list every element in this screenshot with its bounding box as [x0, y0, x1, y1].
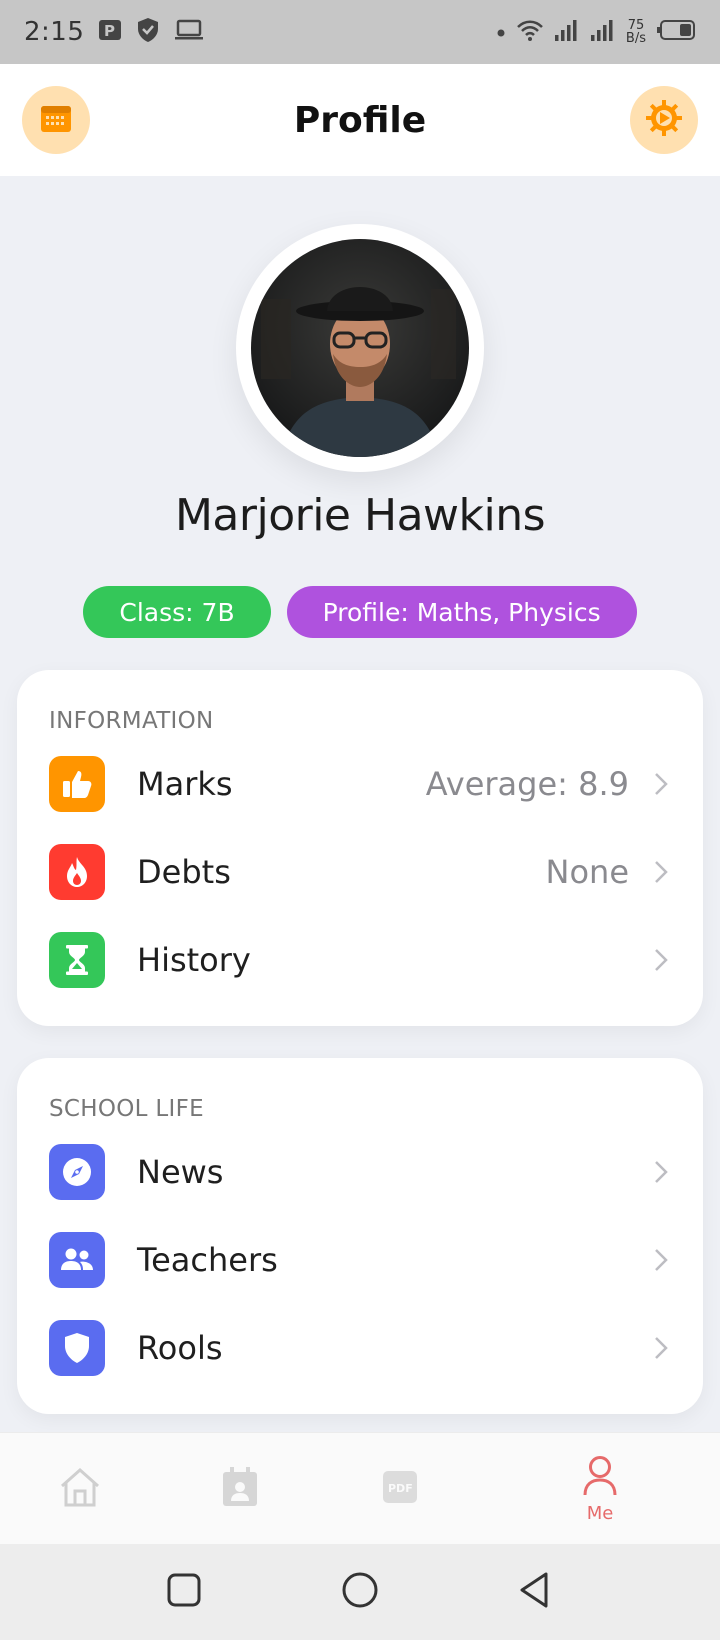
nav-me-label: Me — [586, 1502, 614, 1524]
system-navigation-bar — [0, 1544, 720, 1640]
battery-icon — [656, 19, 696, 45]
schedule-icon — [221, 1466, 259, 1512]
news-label: News — [137, 1153, 224, 1191]
chevron-right-icon — [651, 1334, 671, 1362]
marks-value: Average: 8.9 — [425, 765, 629, 803]
compass-icon — [49, 1144, 105, 1200]
status-time: 2:15 — [24, 17, 85, 47]
nav-pdf[interactable]: PDF — [345, 1433, 455, 1545]
chevron-right-icon — [651, 1158, 671, 1186]
list-item-history[interactable]: History — [49, 932, 671, 988]
teachers-label: Teachers — [137, 1241, 278, 1279]
list-item-marks[interactable]: Marks Average: 8.9 — [49, 756, 671, 812]
section-title-information: INFORMATION — [49, 708, 214, 734]
nav-me[interactable]: Me — [545, 1433, 655, 1545]
network-speed-unit: B/s — [625, 31, 646, 46]
class-chip: Class: 7B — [83, 586, 271, 638]
recents-button[interactable] — [166, 1572, 202, 1612]
calendar-button[interactable] — [22, 86, 90, 154]
parking-app-icon: P — [98, 18, 122, 46]
person-icon — [582, 1455, 618, 1501]
calendar-icon — [40, 103, 72, 137]
user-name: Marjorie Hawkins — [174, 490, 546, 541]
network-speed: 75 B/s — [626, 19, 646, 45]
settings-button[interactable] — [630, 86, 698, 154]
profile-subjects-chip: Profile: Maths, Physics — [286, 586, 637, 638]
pdf-icon: PDF — [382, 1470, 418, 1508]
thumbs-up-icon — [49, 756, 105, 812]
settings-gear-icon — [645, 99, 683, 141]
square-icon — [166, 1573, 202, 1612]
page-title: Profile — [293, 99, 427, 141]
dot-icon — [496, 23, 506, 42]
list-item-debts[interactable]: Debts None — [49, 844, 671, 900]
list-item-news[interactable]: News — [49, 1144, 671, 1200]
people-icon — [49, 1232, 105, 1288]
fire-icon — [49, 844, 105, 900]
app-header: Profile — [0, 64, 720, 176]
chevron-right-icon — [651, 858, 671, 886]
chevron-right-icon — [651, 1246, 671, 1274]
back-triangle-icon — [516, 1572, 552, 1614]
rools-label: Rools — [137, 1329, 223, 1367]
shield-icon — [49, 1320, 105, 1376]
nav-schedule[interactable] — [185, 1433, 295, 1545]
back-button[interactable] — [516, 1570, 552, 1614]
information-card: INFORMATION Marks Average: 8.9 Debts Non… — [17, 670, 703, 1026]
status-bar: 2:15 P 75 B/s — [0, 0, 720, 64]
avatar[interactable] — [251, 239, 469, 457]
svg-text:PDF: PDF — [388, 1482, 413, 1495]
bottom-nav: PDF Me — [0, 1432, 720, 1544]
circle-icon — [340, 1572, 380, 1614]
debts-label: Debts — [137, 853, 231, 891]
history-label: History — [137, 941, 251, 979]
section-title-school-life: SCHOOL LIFE — [49, 1096, 204, 1122]
home-icon — [58, 1466, 102, 1512]
wifi-icon — [516, 18, 544, 46]
profile-chips: Class: 7B Profile: Maths, Physics — [0, 586, 720, 638]
marks-label: Marks — [137, 765, 233, 803]
signal-icon — [590, 18, 616, 46]
debts-value: None — [545, 853, 629, 891]
home-button[interactable] — [340, 1570, 380, 1614]
hourglass-icon — [49, 932, 105, 988]
chevron-right-icon — [651, 770, 671, 798]
chevron-right-icon — [651, 946, 671, 974]
list-item-teachers[interactable]: Teachers — [49, 1232, 671, 1288]
nav-home[interactable] — [25, 1433, 135, 1545]
shield-icon — [136, 17, 160, 47]
school-life-card: SCHOOL LIFE News Teachers Rools — [17, 1058, 703, 1414]
avatar-frame — [236, 224, 484, 472]
signal-icon — [554, 18, 580, 46]
list-item-rools[interactable]: Rools — [49, 1320, 671, 1376]
laptop-icon — [174, 19, 204, 45]
svg-text:P: P — [104, 22, 115, 40]
